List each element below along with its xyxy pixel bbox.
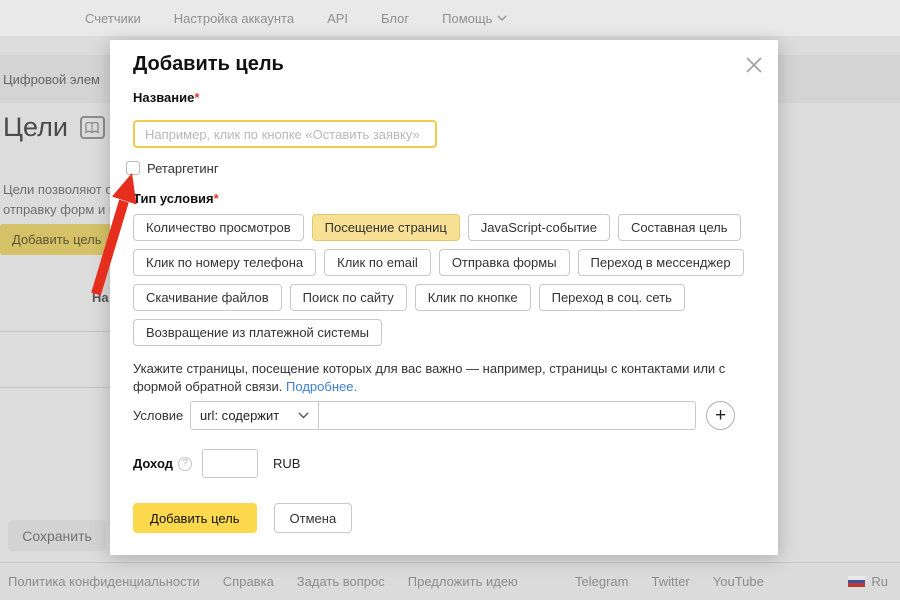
background-table-divider — [0, 331, 110, 332]
condition-value-input[interactable] — [319, 401, 696, 430]
footer-link[interactable]: Задать вопрос — [297, 574, 385, 589]
add-goal-modal: Добавить цель Название* Ретаргетинг Тип … — [110, 40, 778, 555]
condition-type-label: Тип условия* — [133, 191, 219, 206]
add-condition-button[interactable]: + — [706, 401, 735, 430]
chevron-down-icon — [497, 15, 507, 21]
retargeting-label[interactable]: Ретаргетинг — [147, 161, 219, 176]
footer: Политика конфиденциальности Справка Задать… — [0, 562, 900, 600]
language-switcher[interactable]: Ru — [848, 574, 888, 589]
condition-type-label-text: Тип условия — [133, 191, 214, 206]
condition-type-chip[interactable]: Переход в мессенджер — [578, 249, 744, 276]
footer-social-link[interactable]: Telegram — [575, 574, 628, 589]
footer-social-link[interactable]: Twitter — [651, 574, 689, 589]
modal-actions: Добавить цель Отмена — [133, 503, 352, 533]
chip-row: Количество просмотров Посещение страниц Ja… — [133, 214, 758, 241]
condition-type-chip[interactable]: Возвращение из платежной системы — [133, 319, 382, 346]
background-table-header: На — [92, 290, 109, 305]
nav-item-label: Настройка аккаунта — [174, 11, 294, 26]
nav-item-label: Блог — [381, 11, 409, 26]
background-intro-line2: отправку форм и м — [3, 200, 118, 220]
background-intro-text: Цели позволяют от отправку форм и м — [3, 180, 118, 220]
modal-title: Добавить цель — [133, 53, 284, 76]
footer-links: Политика конфиденциальности Справка Задать… — [8, 574, 518, 589]
condition-type-chip[interactable]: Количество просмотров — [133, 214, 304, 241]
condition-type-chip[interactable]: JavaScript-событие — [468, 214, 610, 241]
footer-link[interactable]: Справка — [223, 574, 274, 589]
nav-item-label: Помощь — [442, 11, 492, 26]
more-link[interactable]: Подробнее. — [286, 379, 357, 394]
revenue-input[interactable] — [202, 449, 258, 478]
footer-link[interactable]: Предложить идею — [408, 574, 518, 589]
condition-type-chip[interactable]: Скачивание файлов — [133, 284, 282, 311]
revenue-label: Доход — [133, 456, 173, 471]
currency-label: RUB — [273, 456, 300, 471]
add-goal-submit-button[interactable]: Добавить цель — [133, 503, 257, 533]
chip-row: Возвращение из платежной системы — [133, 319, 758, 346]
background-intro-line1: Цели позволяют от — [3, 180, 118, 200]
hint-text: Укажите страницы, посещение которых для … — [133, 360, 769, 396]
required-asterisk: * — [214, 191, 219, 206]
page-title: Цели — [3, 112, 68, 143]
condition-type-chip[interactable]: Поиск по сайту — [290, 284, 407, 311]
goal-name-input[interactable] — [133, 120, 437, 148]
condition-label: Условие — [133, 408, 190, 423]
condition-type-chip[interactable]: Клик по email — [324, 249, 431, 276]
footer-link[interactable]: Политика конфиденциальности — [8, 574, 200, 589]
chip-row: Клик по номеру телефона Клик по email Отпр… — [133, 249, 758, 276]
condition-type-chip[interactable]: Составная цель — [618, 214, 741, 241]
language-label: Ru — [871, 574, 888, 589]
background-table-divider — [0, 387, 110, 388]
footer-social-link[interactable]: YouTube — [713, 574, 764, 589]
russia-flag-icon — [848, 576, 865, 587]
nav-item-5[interactable]: Помощь — [442, 11, 507, 26]
retargeting-checkbox[interactable] — [126, 161, 140, 175]
condition-type-chips: Количество просмотров Посещение страниц Ja… — [133, 214, 758, 354]
close-icon[interactable] — [745, 56, 763, 74]
chevron-down-icon — [298, 412, 309, 419]
background-section-label: Цифровой элем — [3, 72, 100, 87]
cancel-button[interactable]: Отмена — [274, 503, 353, 533]
nav-item-label: Счетчики — [85, 11, 141, 26]
nav-item-label: API — [327, 11, 348, 26]
name-field-label: Название* — [133, 90, 199, 105]
save-button[interactable]: Сохранить — [8, 520, 106, 551]
required-asterisk: * — [194, 90, 199, 105]
chip-row: Скачивание файлов Поиск по сайту Клик по к… — [133, 284, 758, 311]
condition-type-chip[interactable]: Клик по кнопке — [415, 284, 531, 311]
condition-type-chip[interactable]: Клик по номеру телефона — [133, 249, 316, 276]
condition-type-chip[interactable]: Переход в соц. сеть — [539, 284, 685, 311]
background-title-row: Цели — [3, 112, 105, 143]
top-navigation: Счетчики Настройка аккаунта API Блог Помощь — [0, 0, 900, 36]
background-add-goal-button[interactable]: Добавить цель — [0, 224, 114, 255]
revenue-row: Доход ? RUB — [133, 449, 300, 478]
nav-item-1[interactable]: Счетчики — [85, 11, 141, 26]
footer-social-links: Telegram Twitter YouTube — [575, 574, 764, 589]
name-label-text: Название — [133, 90, 194, 105]
condition-operator-value: url: содержит — [200, 408, 279, 423]
hint-text-body: Укажите страницы, посещение которых для … — [133, 361, 725, 394]
condition-type-chip[interactable]: Отправка формы — [439, 249, 570, 276]
nav-item-2[interactable]: Настройка аккаунта — [174, 11, 294, 26]
condition-operator-select[interactable]: url: содержит — [190, 401, 319, 430]
condition-type-chip[interactable]: Посещение страниц — [312, 214, 460, 241]
goals-book-icon[interactable] — [80, 116, 105, 139]
nav-item-4[interactable]: Блог — [381, 11, 409, 26]
condition-row: Условие url: содержит + — [133, 401, 735, 430]
nav-item-3[interactable]: API — [327, 11, 348, 26]
help-icon[interactable]: ? — [178, 457, 192, 471]
